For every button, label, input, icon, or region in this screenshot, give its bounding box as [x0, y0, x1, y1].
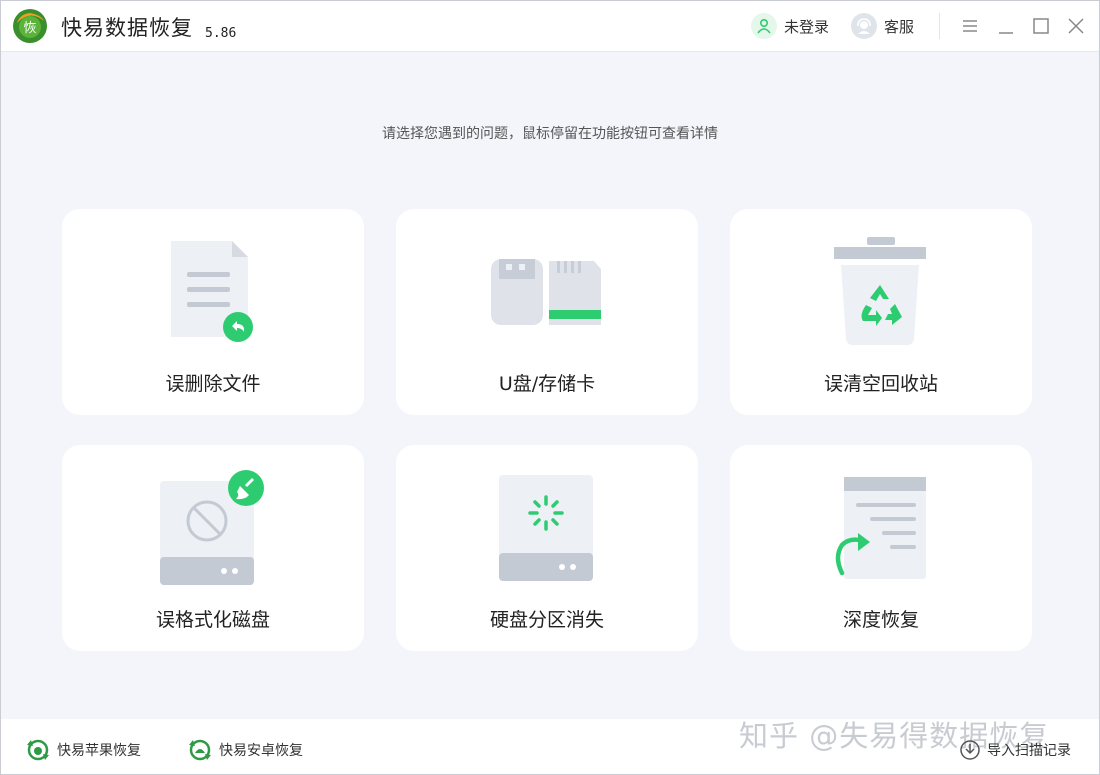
card-deleted-files[interactable]: 误删除文件: [62, 209, 364, 415]
import-scan-record-button[interactable]: 导入扫描记录: [959, 739, 1071, 761]
apple-recovery-link[interactable]: 快易苹果恢复: [25, 739, 141, 761]
card-label-lost-partition: 硬盘分区消失: [489, 609, 604, 631]
instruction-text: 请选择您遇到的问题，鼠标停留在功能按钮可查看详情: [382, 126, 718, 142]
recycle-bin-icon: [730, 209, 1032, 359]
card-usb-sdcard[interactable]: U盘/存储卡: [396, 209, 698, 415]
card-recycle-bin[interactable]: 误清空回收站: [730, 209, 1032, 415]
import-scan-record-label: 导入扫描记录: [987, 743, 1071, 759]
lost-partition-icon: [396, 445, 698, 595]
usb-sdcard-icon: [396, 209, 698, 359]
card-formatted-disk[interactable]: 误格式化磁盘: [62, 445, 364, 651]
import-icon: [960, 740, 980, 760]
svg-text:恢: 恢: [23, 21, 36, 36]
card-label-usb-sdcard: U盘/存储卡: [498, 373, 596, 395]
customer-service-button[interactable]: 客服: [851, 13, 914, 39]
service-label: 客服: [884, 17, 915, 36]
deep-recovery-icon: [730, 445, 1032, 595]
app-window: 恢 快易数据恢复 5.86 未登录 客服 请选择您遇到的问题，鼠标停留在功能按钮…: [0, 0, 1100, 775]
deleted-file-icon: [62, 209, 364, 359]
title-bar-divider: [939, 13, 940, 39]
android-recovery-icon: [189, 739, 211, 761]
app-title: 快易数据恢复: [61, 16, 193, 40]
login-button[interactable]: 未登录: [751, 13, 829, 39]
app-version: 5.86: [205, 26, 237, 41]
formatted-disk-icon: [62, 445, 364, 595]
card-deep-recovery[interactable]: 深度恢复: [730, 445, 1032, 651]
apple-recovery-icon: [27, 739, 49, 761]
android-recovery-label: 快易安卓恢复: [219, 743, 303, 759]
card-label-formatted-disk: 误格式化磁盘: [155, 609, 270, 631]
maximize-icon[interactable]: [1030, 15, 1052, 37]
app-logo: 恢: [11, 7, 49, 45]
login-label: 未登录: [784, 17, 830, 36]
card-label-deleted-files: 误删除文件: [165, 373, 261, 395]
apple-recovery-label: 快易苹果恢复: [57, 743, 141, 759]
android-recovery-link[interactable]: 快易安卓恢复: [187, 739, 303, 761]
card-label-deep-recovery: 深度恢复: [842, 609, 919, 631]
close-icon[interactable]: [1065, 15, 1087, 37]
menu-icon[interactable]: [959, 15, 981, 37]
card-label-recycle-bin: 误清空回收站: [823, 373, 938, 395]
user-icon: [751, 13, 777, 39]
title-bar: 恢 快易数据恢复 5.86 未登录 客服: [1, 1, 1099, 52]
support-agent-icon: [851, 13, 877, 39]
bottom-bar: 快易苹果恢复 快易安卓恢复 知乎 @失易得数据恢复 导入扫描记录: [1, 719, 1099, 774]
card-lost-partition[interactable]: 硬盘分区消失: [396, 445, 698, 651]
minimize-icon[interactable]: [995, 15, 1017, 37]
